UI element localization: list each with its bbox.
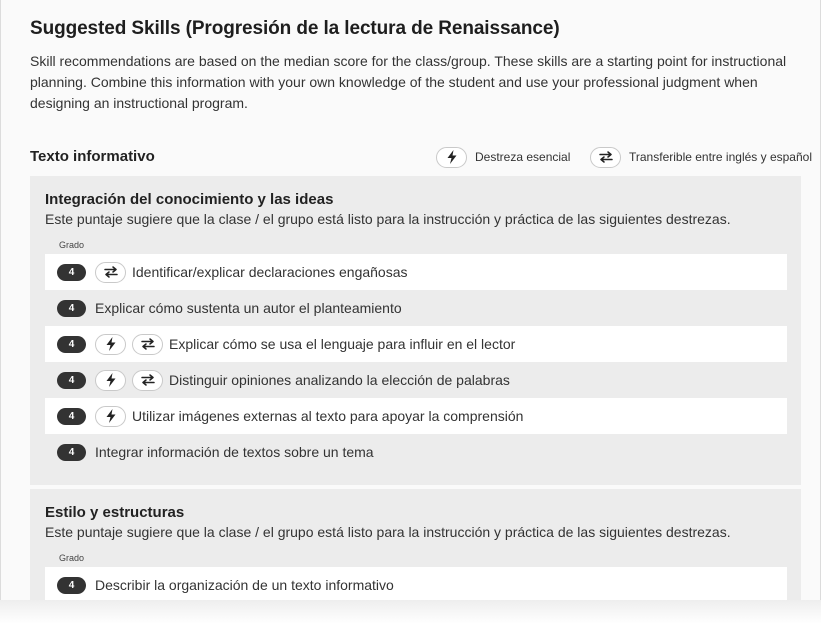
grade-badge: 4 [57, 299, 86, 317]
swap-arrows-icon [132, 333, 163, 355]
skill-text: Integrar información de textos sobre un … [95, 444, 374, 460]
skill-row: 4 Identificar/explicar declaraciones eng… [45, 254, 787, 290]
skill-text: Distinguir opiniones analizando la elecc… [169, 372, 510, 388]
skill-row: 4 Explicar cómo sustenta un autor el pla… [45, 290, 787, 326]
skill-text: Identificar/explicar declaraciones engañ… [132, 264, 408, 280]
category-title: Integración del conocimiento y las ideas [45, 191, 334, 208]
grade-column-label: Grado [59, 553, 85, 563]
page-title: Suggested Skills (Progresión de la lectu… [30, 18, 560, 39]
page-description: Skill recommendations are based on the m… [30, 53, 787, 111]
bottom-shadow [0, 600, 821, 624]
lightning-icon [95, 333, 126, 355]
skill-text: Describir la organización de un texto in… [95, 577, 394, 593]
skill-row: 4 Explicar cómo se usa el lenguaje para … [45, 326, 787, 362]
skill-text: Utilizar imágenes externas al texto para… [132, 408, 524, 424]
grade-badge: 4 [57, 335, 86, 353]
legend-transferable-label: Transferible entre inglés y español [629, 150, 812, 164]
lightning-icon [95, 405, 126, 427]
lightning-icon [436, 146, 467, 168]
skill-text: Explicar cómo se usa el lenguaje para in… [169, 336, 516, 352]
legend-transferable: Transferible entre inglés y español [590, 146, 812, 168]
skill-category-card: Integración del conocimiento y las ideas… [30, 176, 801, 485]
legend-essential-skill: Destreza esencial [436, 146, 570, 168]
skill-row: 4 Integrar información de textos sobre u… [45, 434, 787, 470]
category-title: Estilo y estructuras [45, 504, 185, 521]
section-heading: Texto informativo [30, 148, 155, 165]
skill-text: Explicar cómo sustenta un autor el plant… [95, 300, 402, 316]
swap-arrows-icon [95, 261, 126, 283]
grade-badge: 4 [57, 576, 86, 594]
swap-arrows-icon [590, 146, 621, 168]
grade-badge: 4 [57, 407, 86, 425]
skill-row: 4 Describir la organización de un texto … [45, 567, 787, 603]
suggested-skills-panel: Suggested Skills (Progresión de la lectu… [0, 0, 821, 608]
skill-category-card: Estilo y estructuras Este puntaje sugier… [30, 489, 801, 608]
grade-badge: 4 [57, 263, 86, 281]
legend-essential-label: Destreza esencial [475, 150, 571, 164]
swap-arrows-icon [132, 369, 163, 391]
category-subtitle: Este puntaje sugiere que la clase / el g… [45, 211, 731, 227]
grade-badge: 4 [57, 443, 86, 461]
lightning-icon [95, 369, 126, 391]
category-subtitle: Este puntaje sugiere que la clase / el g… [45, 524, 731, 540]
skill-row: 4 Distinguir opiniones analizando la ele… [45, 362, 787, 398]
grade-badge: 4 [57, 371, 86, 389]
grade-column-label: Grado [59, 240, 85, 250]
skill-row: 4 Utilizar imágenes externas al texto pa… [45, 398, 787, 434]
